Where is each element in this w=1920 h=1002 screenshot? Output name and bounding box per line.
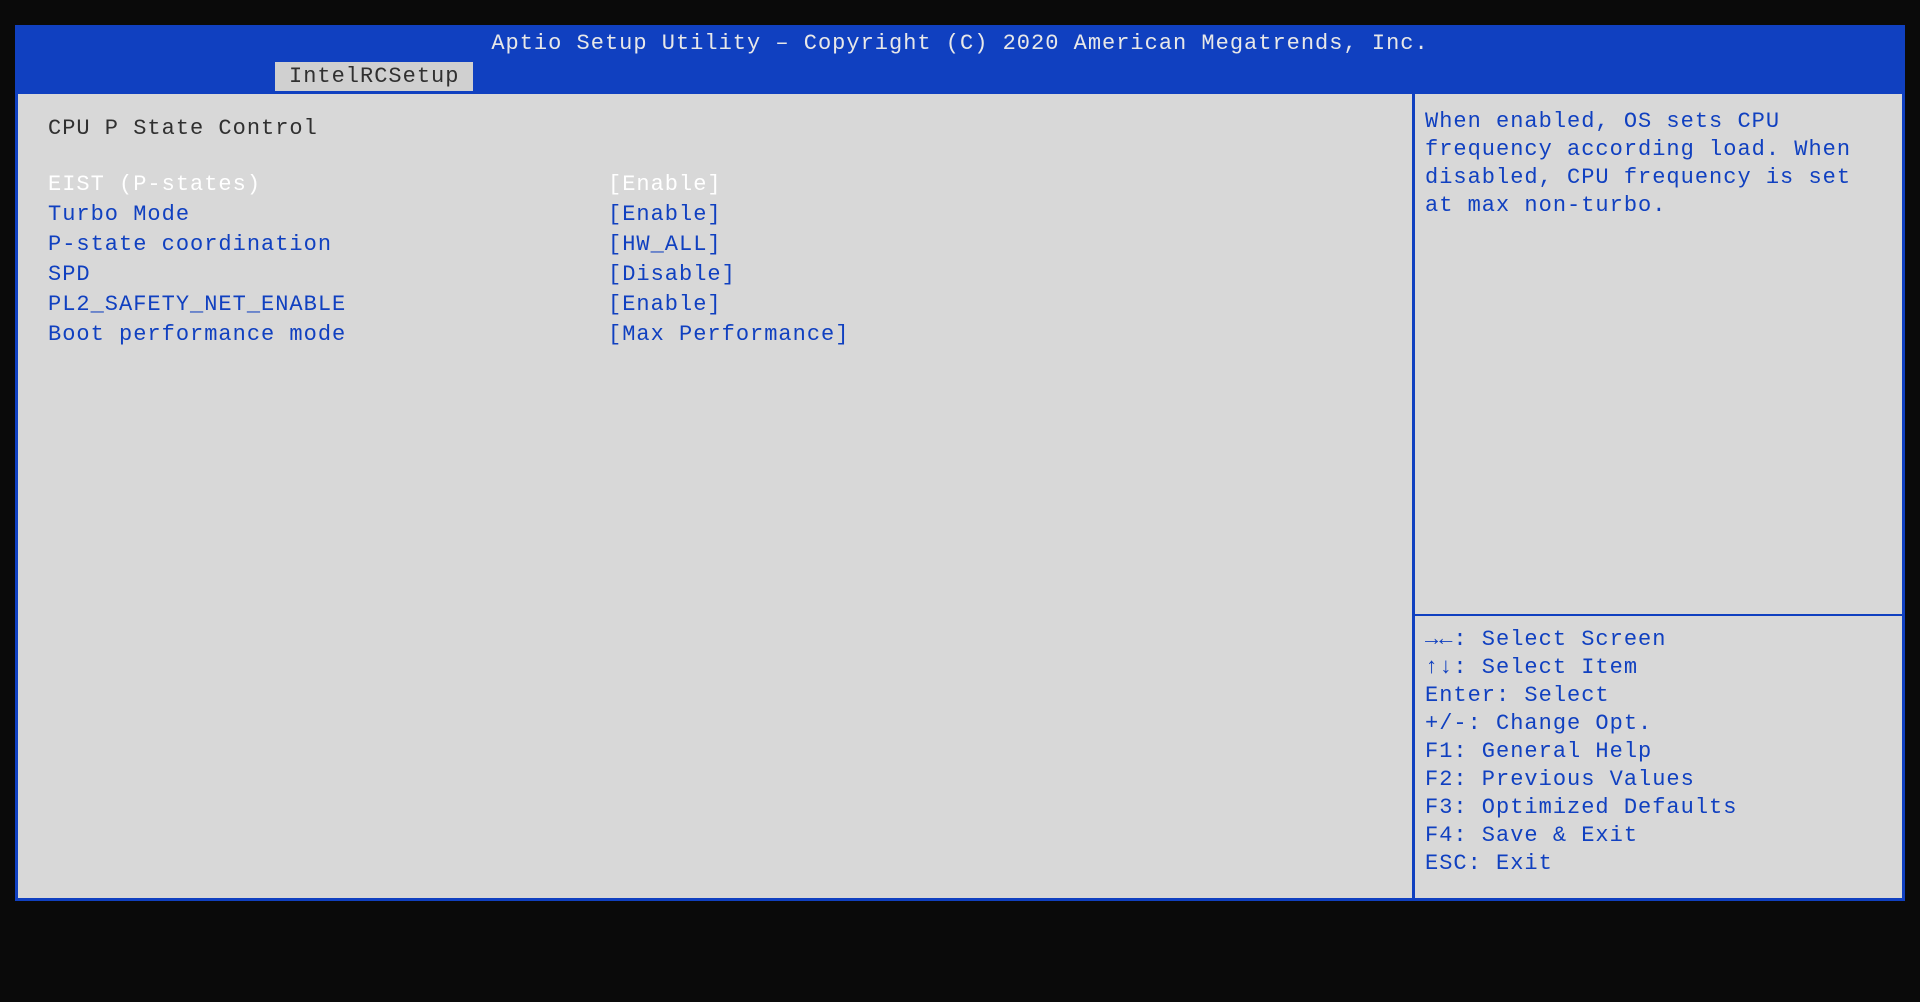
key-help-line: F1: General Help (1425, 738, 1892, 766)
settings-panel: CPU P State Control EIST (P-states)[Enab… (18, 94, 1412, 898)
key-help-line: F4: Save & Exit (1425, 822, 1892, 850)
setting-value[interactable]: [Enable] (608, 201, 722, 229)
key-help: →←: Select Screen↑↓: Select ItemEnter: S… (1415, 614, 1902, 898)
key-help-line: +/-: Change Opt. (1425, 710, 1892, 738)
help-text: When enabled, OS sets CPU frequency acco… (1415, 94, 1902, 614)
setting-row[interactable]: Turbo Mode[Enable] (48, 201, 1382, 229)
key-help-line: →←: Select Screen (1425, 626, 1892, 654)
key-help-line: F3: Optimized Defaults (1425, 794, 1892, 822)
setting-label: SPD (48, 261, 608, 289)
setting-row[interactable]: SPD[Disable] (48, 261, 1382, 289)
setting-label: Boot performance mode (48, 321, 608, 349)
setting-value[interactable]: [Disable] (608, 261, 736, 289)
help-panel: When enabled, OS sets CPU frequency acco… (1412, 94, 1902, 898)
setting-value[interactable]: [Enable] (608, 171, 722, 199)
key-help-line: ESC: Exit (1425, 850, 1892, 878)
tab-intelrcsetup[interactable]: IntelRCSetup (275, 62, 473, 91)
section-title: CPU P State Control (48, 116, 1382, 141)
key-help-line: Enter: Select (1425, 682, 1892, 710)
main-content: CPU P State Control EIST (P-states)[Enab… (15, 91, 1905, 901)
setting-value[interactable]: [Max Performance] (608, 321, 849, 349)
key-help-line: ↑↓: Select Item (1425, 654, 1892, 682)
setting-value[interactable]: [HW_ALL] (608, 231, 722, 259)
setting-row[interactable]: PL2_SAFETY_NET_ENABLE[Enable] (48, 291, 1382, 319)
setting-label: PL2_SAFETY_NET_ENABLE (48, 291, 608, 319)
setting-label: Turbo Mode (48, 201, 608, 229)
setting-row[interactable]: EIST (P-states)[Enable] (48, 171, 1382, 199)
key-help-line: F2: Previous Values (1425, 766, 1892, 794)
setting-value[interactable]: [Enable] (608, 291, 722, 319)
setting-row[interactable]: Boot performance mode[Max Performance] (48, 321, 1382, 349)
setting-label: EIST (P-states) (48, 171, 608, 199)
tab-row: IntelRCSetup (15, 62, 1905, 91)
setting-row[interactable]: P-state coordination[HW_ALL] (48, 231, 1382, 259)
setting-label: P-state coordination (48, 231, 608, 259)
bios-header: Aptio Setup Utility – Copyright (C) 2020… (15, 25, 1905, 62)
